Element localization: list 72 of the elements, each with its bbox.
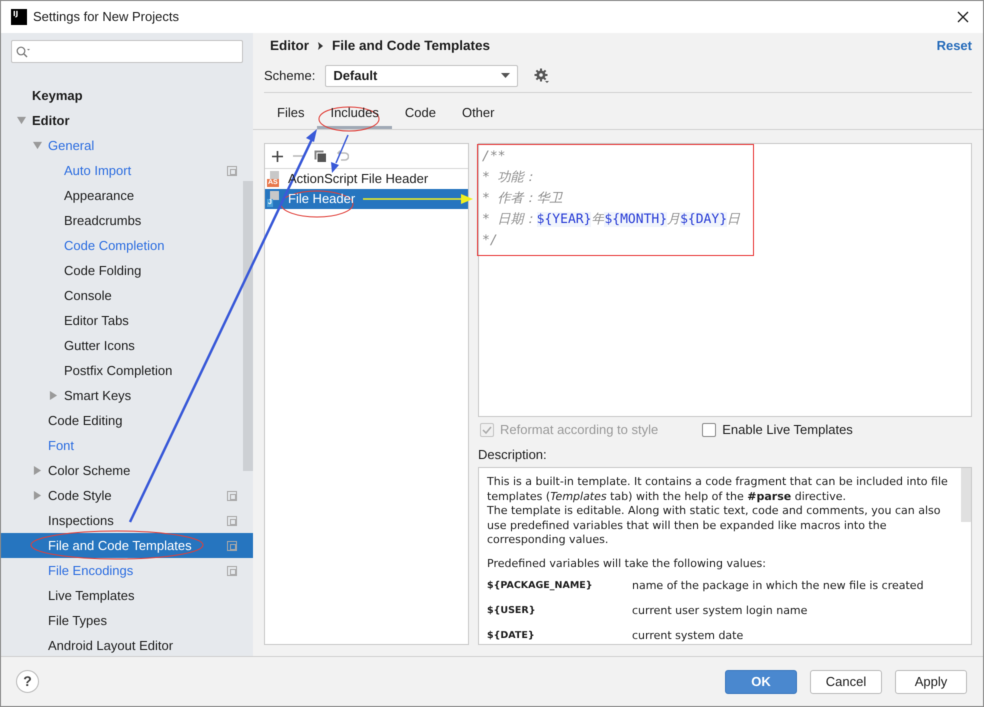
checkbox-label: Reformat according to style: [500, 421, 658, 440]
variable-name: ${USER}: [487, 604, 536, 618]
tree-item[interactable]: Live Templates: [1, 583, 243, 608]
checkbox[interactable]: [702, 423, 716, 437]
tree-item[interactable]: Font: [1, 433, 243, 458]
tree-item[interactable]: Code Folding: [1, 258, 243, 283]
add-icon[interactable]: [272, 150, 283, 162]
tree-item[interactable]: File Encodings: [1, 558, 243, 583]
search-field[interactable]: [11, 40, 243, 63]
scrollbar[interactable]: [243, 181, 253, 471]
window-title: Settings for New Projects: [33, 8, 179, 26]
search-icon: [16, 46, 30, 58]
scheme-dropdown[interactable]: Default: [325, 64, 518, 86]
scrollbar[interactable]: [961, 468, 971, 522]
code-line: */: [482, 232, 499, 250]
variable-name: ${PACKAGE_NAME}: [487, 579, 594, 593]
scheme-label: Scheme:: [264, 66, 316, 85]
code-line: * 作者：华卫: [482, 190, 564, 208]
tree-item[interactable]: Keymap: [1, 83, 243, 108]
description-text: Predefined variables will take the following values:: [487, 556, 767, 571]
dialog-button[interactable]: Apply: [895, 670, 967, 694]
description-label: Description:: [478, 446, 548, 464]
variable-description: current system date: [632, 629, 744, 644]
settings-icon[interactable]: [534, 68, 550, 84]
tree-item[interactable]: Auto Import: [1, 158, 243, 183]
code-line: /**: [482, 148, 506, 166]
tree-item[interactable]: General: [1, 133, 243, 158]
tab[interactable]: Code: [392, 99, 449, 129]
tree-item[interactable]: Breadcrumbs: [1, 208, 243, 233]
reset-link[interactable]: Reset: [936, 36, 972, 56]
chevron-icon: [318, 42, 323, 50]
project-level-icon: [227, 516, 237, 526]
variable-description: current user system login name: [632, 604, 808, 619]
ok-button[interactable]: OK: [725, 670, 797, 694]
tab[interactable]: Other: [448, 99, 508, 129]
code-editor[interactable]: /** * 功能： * 作者：华卫 * 日期：${YEAR}年${MONTH}月${DAY}日 */: [478, 143, 972, 417]
project-level-icon: [227, 490, 237, 500]
breadcrumb-item[interactable]: Editor: [270, 36, 309, 56]
tree-item[interactable]: Inspections: [1, 508, 243, 533]
tree-item[interactable]: Editor: [1, 108, 243, 133]
code-line: * 日期：${YEAR}年${MONTH}月${DAY}日: [482, 211, 742, 229]
tree-item[interactable]: File Types: [1, 608, 243, 633]
checkbox-label: Enable Live Templates: [722, 421, 853, 440]
tree-item[interactable]: Gutter Icons: [1, 333, 243, 358]
dialog-button[interactable]: Cancel: [810, 670, 882, 694]
undo-icon[interactable]: [337, 150, 349, 162]
help-button[interactable]: ?: [16, 670, 39, 693]
project-level-icon: [227, 566, 237, 576]
tree-item[interactable]: Code Style: [1, 483, 243, 508]
tree-item[interactable]: Appearance: [1, 183, 243, 208]
tree-item[interactable]: Editor Tabs: [1, 308, 243, 333]
variable-description: name of the package in which the new file is created: [632, 579, 924, 594]
close-icon: [957, 11, 969, 23]
description-text: This is a built-in template. It contains a code fragment that can be included into file templates (Templates tab) with the help of the #parse directive.: [487, 475, 949, 504]
tab[interactable]: Files: [264, 99, 318, 129]
tree-item[interactable]: File and Code Templates: [1, 533, 253, 558]
project-level-icon: [227, 540, 237, 550]
copy-icon[interactable]: [314, 150, 327, 162]
tree-item[interactable]: Android Layout Editor: [1, 633, 243, 658]
annotation-arrow: [331, 134, 349, 173]
description-text: The template is editable. Along with static text, code and comments, you can also use predefined variables that will then be expanded like macros into the corresponding values.: [487, 504, 942, 548]
code-line: * 功能：: [482, 169, 538, 187]
tree-item[interactable]: Code Editing: [1, 408, 243, 433]
tree-item[interactable]: Postfix Completion: [1, 358, 243, 383]
tree-item[interactable]: Console: [1, 283, 243, 308]
variable-name: ${DATE}: [487, 629, 536, 643]
tree-item[interactable]: Code Completion: [1, 233, 243, 258]
dropdown-caret-icon: [501, 73, 510, 78]
breadcrumb-item[interactable]: File and Code Templates: [332, 36, 490, 56]
tree-item[interactable]: Smart Keys: [1, 383, 243, 408]
project-level-icon: [227, 166, 237, 176]
tree-item[interactable]: Color Scheme: [1, 458, 243, 483]
